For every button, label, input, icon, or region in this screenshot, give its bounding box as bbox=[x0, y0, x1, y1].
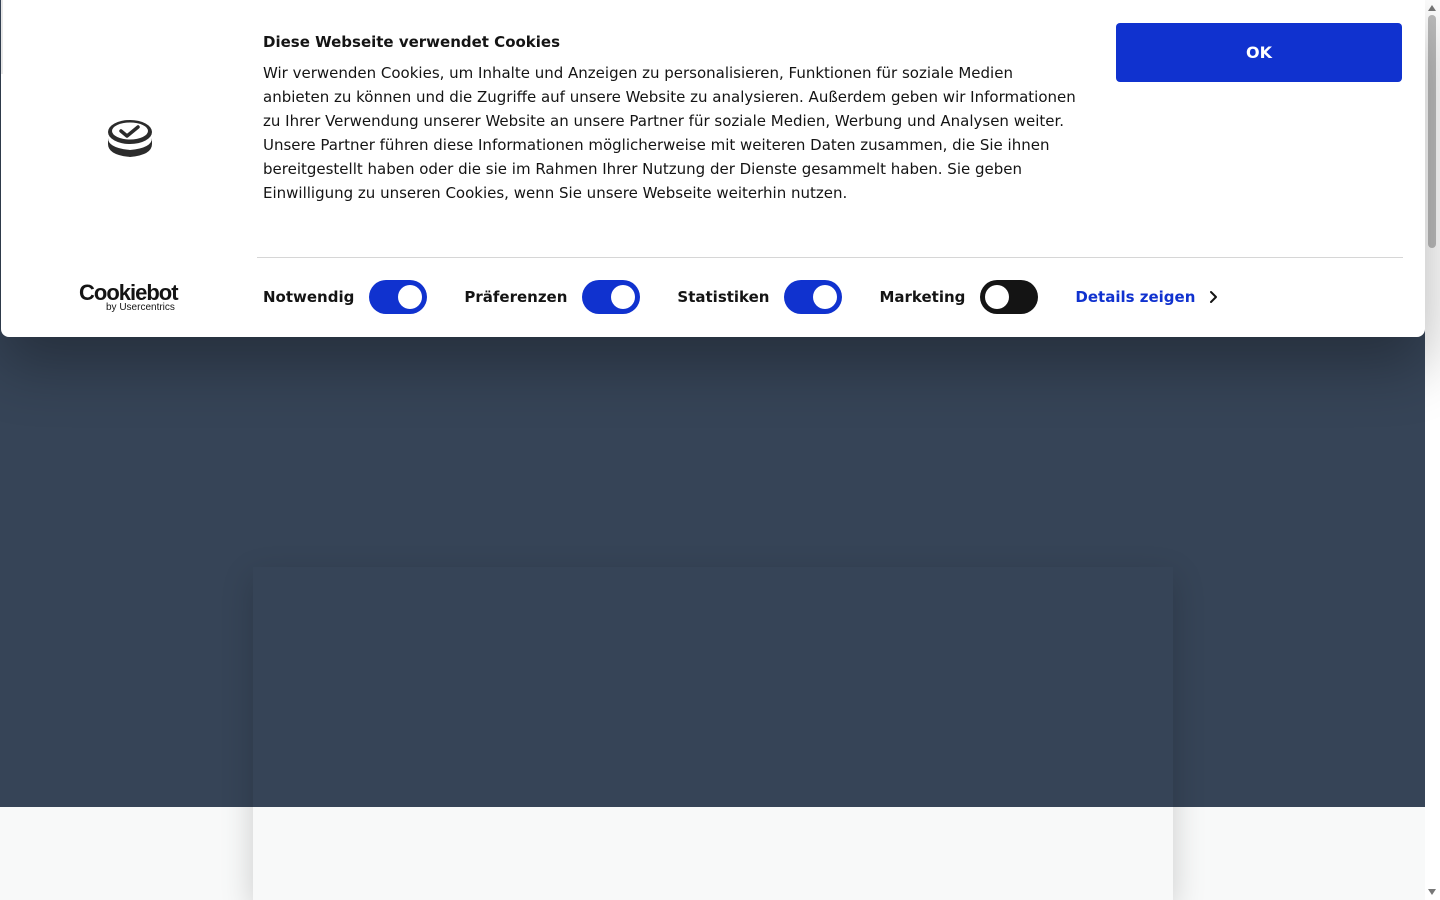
toggle-switch-praeferenzen[interactable] bbox=[582, 280, 641, 314]
toggle-knob bbox=[611, 285, 636, 309]
cookie-consent-banner: Cookiebot by Usercentrics Diese Webseite… bbox=[1, 0, 1425, 337]
banner-edge-divider bbox=[1, 0, 3, 74]
toggle-knob bbox=[813, 285, 838, 309]
scrollbar-thumb[interactable] bbox=[1428, 15, 1436, 248]
toggle-group-statistiken: Statistiken bbox=[677, 280, 879, 314]
cookiebot-subtitle: by Usercentrics bbox=[106, 302, 175, 313]
toggle-label-praeferenzen: Präferenzen bbox=[464, 288, 568, 306]
toggle-group-praeferenzen: Präferenzen bbox=[464, 280, 677, 314]
chevron-right-icon bbox=[1210, 291, 1218, 303]
consent-toggle-row: Notwendig Präferenzen Statistiken Market… bbox=[263, 280, 1219, 314]
scroll-down-arrow-icon[interactable] bbox=[1428, 889, 1436, 895]
details-link-label: Details zeigen bbox=[1075, 288, 1196, 306]
toggle-switch-statistiken[interactable] bbox=[784, 280, 843, 314]
toggle-label-notwendig: Notwendig bbox=[263, 288, 355, 306]
toggle-switch-marketing[interactable] bbox=[980, 280, 1039, 314]
page-content-card bbox=[253, 567, 1173, 900]
scroll-up-arrow-icon[interactable] bbox=[1428, 5, 1436, 11]
toggle-group-marketing: Marketing bbox=[879, 280, 1075, 314]
toggle-switch-notwendig[interactable] bbox=[369, 280, 428, 314]
ok-button[interactable]: OK bbox=[1116, 23, 1402, 82]
toggle-label-marketing: Marketing bbox=[879, 288, 966, 306]
page-scrollbar[interactable] bbox=[1425, 0, 1440, 900]
details-link[interactable]: Details zeigen bbox=[1075, 288, 1219, 306]
banner-title: Diese Webseite verwendet Cookies bbox=[263, 33, 561, 51]
cookiebot-logo: Cookiebot by Usercentrics bbox=[79, 281, 189, 315]
toggle-knob bbox=[398, 285, 423, 309]
banner-description: Wir verwenden Cookies, um Inhalte und An… bbox=[263, 64, 1076, 202]
toggle-label-statistiken: Statistiken bbox=[677, 288, 770, 306]
toggle-knob bbox=[985, 285, 1010, 309]
page-content-card-lower bbox=[253, 807, 1173, 900]
stacked-coins-check-icon bbox=[108, 120, 152, 157]
toggle-group-notwendig: Notwendig bbox=[263, 280, 464, 314]
banner-divider bbox=[257, 257, 1403, 258]
